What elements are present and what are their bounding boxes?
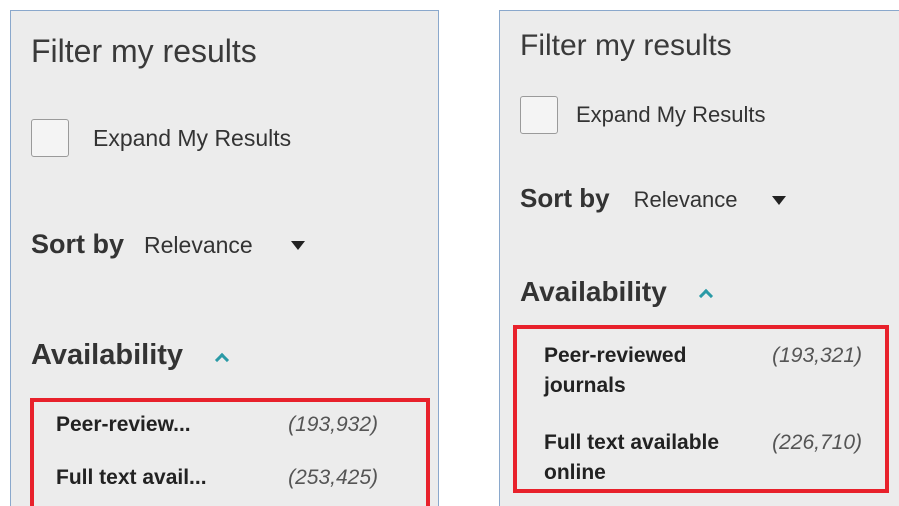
sort-by-value[interactable]: Relevance <box>144 232 253 259</box>
filter-panel-right: Filter my results Expand My Results Sort… <box>499 10 899 506</box>
sort-by-label: Sort by <box>520 183 610 213</box>
expand-my-results-checkbox[interactable] <box>520 96 558 134</box>
chevron-up-icon[interactable] <box>698 288 713 304</box>
panel-title: Filter my results <box>31 33 257 69</box>
facet-full-text[interactable]: Full text avail... (253,425) <box>56 466 378 490</box>
facet-name[interactable]: Peer-reviewed journals <box>544 341 754 401</box>
availability-title[interactable]: Availability <box>31 339 183 372</box>
availability-section-toggle[interactable]: Availability <box>520 276 713 308</box>
availability-section-toggle[interactable]: Availability <box>31 339 230 372</box>
facet-peer-reviewed[interactable]: Peer-review... (193,932) <box>56 413 378 437</box>
panel-title: Filter my results <box>520 29 732 62</box>
expand-my-results-label[interactable]: Expand My Results <box>93 125 291 152</box>
facet-count: (193,321) <box>772 344 862 367</box>
sort-by-value[interactable]: Relevance <box>634 187 738 213</box>
availability-title[interactable]: Availability <box>520 276 667 308</box>
expand-my-results-checkbox[interactable] <box>31 119 69 157</box>
sort-by-dropdown[interactable]: Relevance <box>634 187 786 213</box>
caret-down-icon[interactable] <box>290 241 305 250</box>
expand-my-results[interactable]: Expand My Results <box>31 119 291 157</box>
sort-by-row: Sort by Relevance <box>31 229 305 260</box>
facet-count: (193,932) <box>288 413 378 436</box>
sort-by-label: Sort by <box>31 229 125 259</box>
facet-full-text[interactable]: Full text available online (226,710) <box>544 428 862 488</box>
facet-name[interactable]: Full text available online <box>544 428 754 488</box>
expand-my-results-label[interactable]: Expand My Results <box>576 102 766 128</box>
facet-peer-reviewed[interactable]: Peer-reviewed journals (193,321) <box>544 341 862 401</box>
facet-count: (253,425) <box>288 466 378 489</box>
facet-name[interactable]: Peer-review... <box>56 413 191 437</box>
facet-name[interactable]: Full text avail... <box>56 466 207 490</box>
sort-by-dropdown[interactable]: Relevance <box>144 232 305 259</box>
facet-count: (226,710) <box>772 431 862 454</box>
caret-down-icon[interactable] <box>771 195 786 205</box>
sort-by-row: Sort by Relevance <box>520 183 786 214</box>
expand-my-results[interactable]: Expand My Results <box>520 96 766 134</box>
filter-panel-left: Filter my results Expand My Results Sort… <box>10 10 439 506</box>
chevron-up-icon[interactable] <box>214 352 230 367</box>
